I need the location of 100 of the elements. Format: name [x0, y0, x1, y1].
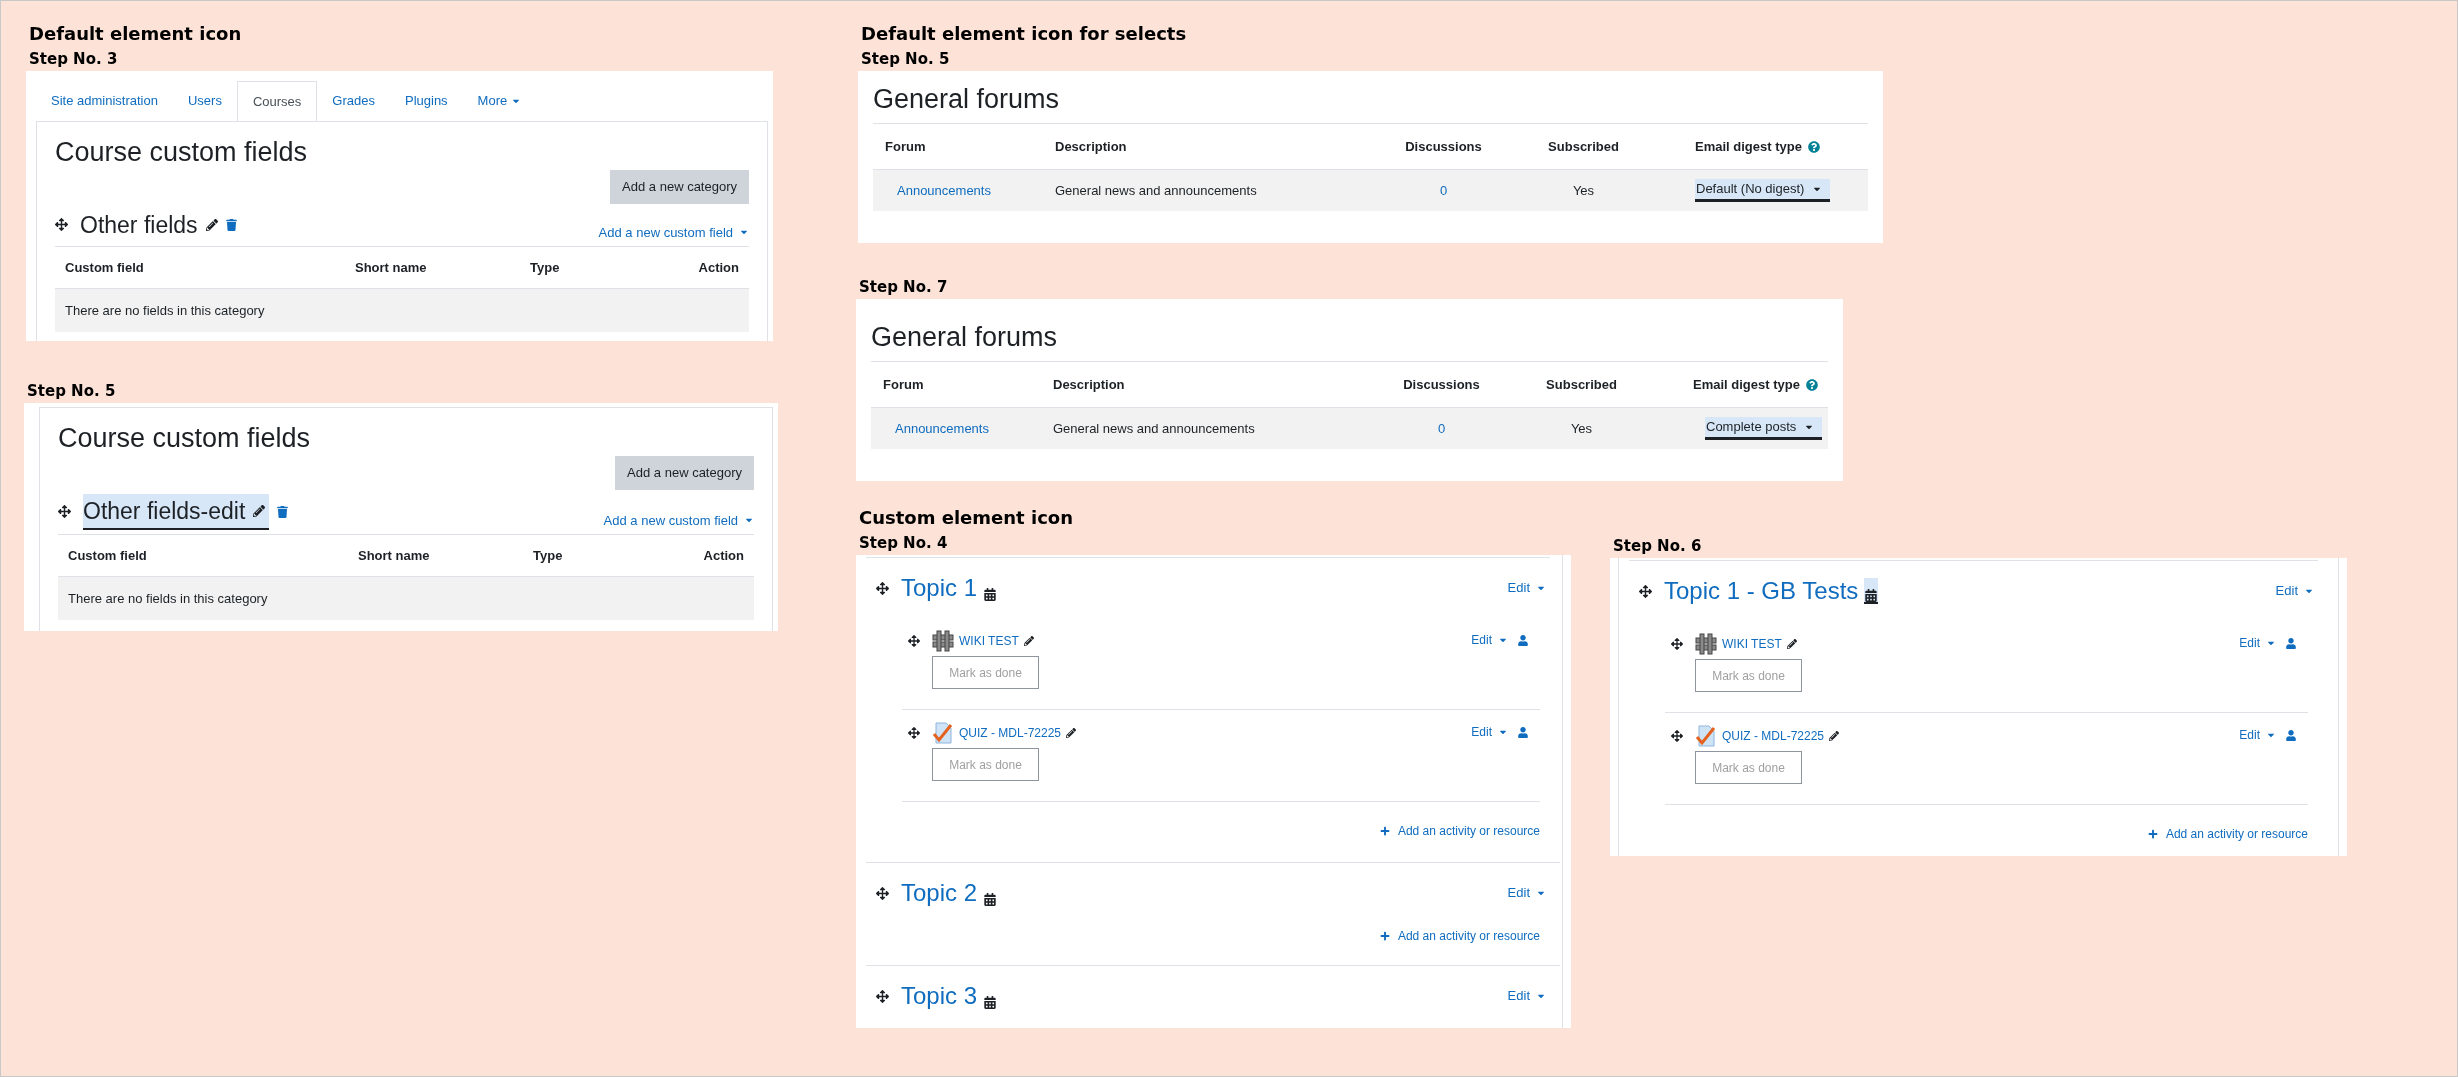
column-header: Forum [882, 375, 925, 394]
column-header: Description [1054, 137, 1128, 156]
edit-menu-link[interactable]: Edit [1507, 986, 1546, 1006]
edit-menu-link[interactable]: Edit [2239, 726, 2276, 744]
move-icon[interactable] [1671, 730, 1683, 742]
add-activity-link[interactable]: Add an activity or resource [2147, 825, 2308, 843]
digest-select[interactable]: Complete posts [1705, 417, 1823, 440]
edit-menu-link[interactable]: Edit [1471, 723, 1508, 741]
plus-icon [1379, 826, 1390, 836]
trash-icon[interactable] [277, 505, 289, 518]
discussions-link[interactable]: 0 [1439, 180, 1448, 201]
pencil-icon[interactable] [1023, 636, 1034, 646]
topic-title-link[interactable]: Topic 3 [901, 981, 978, 1011]
trash-icon[interactable] [225, 218, 237, 231]
move-icon[interactable] [1639, 584, 1652, 598]
nav-tab[interactable]: Users [172, 81, 237, 121]
column-header: Description [1052, 375, 1126, 394]
section-heading: Custom element icon [859, 506, 1074, 530]
add-category-button[interactable]: Add a new category [610, 170, 749, 204]
column-header: Custom field [65, 258, 145, 277]
section-heading: Default element icon for selects [861, 22, 1188, 46]
column-header: Email digest type [1693, 375, 1800, 394]
column-header: Short name [355, 258, 428, 277]
edit-menu-link[interactable]: Edit [2239, 634, 2276, 652]
move-icon[interactable] [876, 989, 889, 1003]
move-icon[interactable] [908, 727, 920, 739]
add-custom-field-link[interactable]: Add a new custom field [598, 222, 749, 242]
nav-tab[interactable]: Site administration [36, 81, 173, 121]
activity-link[interactable]: WIKI TEST [959, 632, 1019, 650]
move-icon[interactable] [1671, 638, 1683, 650]
plus-icon [2147, 829, 2158, 839]
move-icon[interactable] [876, 581, 889, 595]
topic-title-link[interactable]: Topic 1 [901, 573, 978, 603]
step-label: Step No. 7 [859, 277, 949, 298]
activity-link[interactable]: QUIZ - MDL-72225 [1722, 727, 1825, 745]
section-heading: Default element icon [29, 22, 243, 46]
column-header: Type [530, 258, 561, 277]
page-title: General forums [871, 319, 1828, 362]
digest-select[interactable]: Default (No digest) [1695, 179, 1831, 202]
puzzle-grid-icon [932, 630, 954, 652]
table-cell-text: General news and announcements [1052, 419, 1256, 438]
forum-link[interactable]: Announcements [885, 180, 991, 201]
add-custom-field-link[interactable]: Add a new custom field [603, 510, 754, 530]
activity-link[interactable]: WIKI TEST [1722, 635, 1782, 653]
move-icon[interactable] [908, 635, 920, 647]
checked-document-icon [932, 722, 954, 744]
pencil-icon[interactable] [253, 504, 266, 517]
pencil-icon[interactable] [1786, 639, 1797, 649]
calendar-icon[interactable] [1864, 578, 1879, 604]
add-activity-link[interactable]: Add an activity or resource [1379, 927, 1540, 945]
column-header: Short name [358, 546, 431, 565]
edit-menu-link[interactable]: Edit [1507, 883, 1546, 903]
forum-link[interactable]: Announcements [883, 418, 989, 439]
topic-title-link[interactable]: Topic 1 - GB Tests [1664, 576, 1859, 606]
pencil-icon[interactable] [1066, 728, 1077, 738]
user-icon[interactable] [1518, 726, 1528, 738]
page-title: Course custom fields [55, 136, 309, 169]
step-label: Step No. 6 [1613, 536, 1703, 557]
help-icon[interactable] [1805, 378, 1818, 391]
category-name[interactable]: Other fields [80, 207, 218, 242]
nav-tab[interactable]: Grades [317, 81, 390, 121]
edit-menu-link[interactable]: Edit [1507, 578, 1546, 598]
move-icon[interactable] [58, 505, 71, 519]
empty-message: There are no fields in this category [65, 301, 265, 320]
edit-menu-link[interactable]: Edit [2275, 581, 2314, 601]
column-header: Custom field [68, 546, 148, 565]
step-label: Step No. 4 [859, 533, 949, 554]
topic-title-link[interactable]: Topic 2 [901, 878, 978, 908]
table-cell-text: Yes [1571, 181, 1596, 200]
edit-menu-link[interactable]: Edit [1471, 631, 1508, 649]
pencil-icon[interactable] [1829, 731, 1840, 741]
column-header: Subscribed [1545, 375, 1618, 394]
activity-link[interactable]: QUIZ - MDL-72225 [959, 724, 1062, 742]
column-header: Discussions [1404, 137, 1483, 156]
add-activity-link[interactable]: Add an activity or resource [1379, 822, 1540, 840]
move-icon[interactable] [55, 218, 68, 232]
page-title: Course custom fields [58, 422, 312, 455]
nav-tab[interactable]: More [462, 81, 537, 121]
user-icon[interactable] [2286, 729, 2296, 741]
step-label: Step No. 5 [27, 381, 117, 402]
category-name[interactable]: Other fields-edit [83, 493, 270, 530]
empty-message: There are no fields in this category [68, 589, 268, 608]
nav-tab[interactable]: Courses [236, 81, 318, 121]
user-icon[interactable] [1518, 634, 1528, 646]
step-label: Step No. 3 [29, 49, 119, 70]
checked-document-icon [1695, 725, 1717, 747]
column-header: Discussions [1402, 375, 1481, 394]
plus-icon [1379, 931, 1390, 941]
move-icon[interactable] [876, 886, 889, 900]
puzzle-grid-icon [1695, 633, 1717, 655]
column-header: Subscribed [1547, 137, 1620, 156]
page-title: General forums [873, 81, 1868, 124]
discussions-link[interactable]: 0 [1437, 418, 1446, 439]
pencil-icon[interactable] [205, 218, 218, 231]
add-category-button[interactable]: Add a new category [615, 456, 754, 490]
user-icon[interactable] [2286, 637, 2296, 649]
column-header: Forum [884, 137, 927, 156]
nav-tab[interactable]: Plugins [389, 81, 463, 121]
column-header: Type [533, 546, 564, 565]
help-icon[interactable] [1807, 140, 1820, 153]
